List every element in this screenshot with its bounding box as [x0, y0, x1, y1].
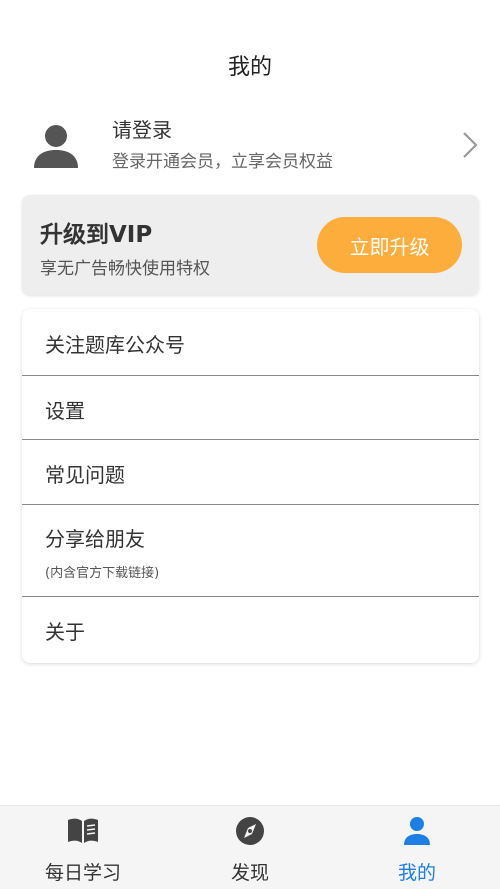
- vip-upgrade-card: 升级到VIP 享无广告畅快使用特权 立即升级: [22, 195, 479, 295]
- login-profile-row[interactable]: 请登录 登录开通会员，立享会员权益: [0, 108, 500, 186]
- menu-item-label: 关注题库公众号: [45, 333, 185, 357]
- tab-daily-study[interactable]: 每日学习: [0, 806, 166, 889]
- vip-subtitle: 享无广告畅快使用特权: [40, 259, 210, 279]
- upgrade-now-button[interactable]: 立即升级: [317, 217, 462, 273]
- menu-item-label: 关于: [45, 620, 85, 644]
- person-icon: [34, 125, 78, 168]
- settings-menu: 关注题库公众号 设置 常见问题 分享给朋友 (内含官方下载链接) 关于: [22, 309, 479, 663]
- tab-label: 我的: [397, 862, 436, 884]
- book-icon: [68, 818, 98, 843]
- person-icon: [404, 817, 430, 845]
- menu-item-about[interactable]: 关于: [22, 597, 479, 663]
- menu-item-sublabel: (内含官方下载链接): [45, 566, 160, 581]
- menu-item-label: 设置: [45, 399, 85, 423]
- login-subtitle: 登录开通会员，立享会员权益: [112, 152, 333, 172]
- menu-item-settings[interactable]: 设置: [22, 376, 479, 440]
- tab-label: 发现: [230, 862, 269, 884]
- menu-item-label: 常见问题: [45, 463, 125, 487]
- tab-discover[interactable]: 发现: [167, 806, 333, 889]
- page-header: 我的: [0, 0, 500, 100]
- menu-item-follow-account[interactable]: 关注题库公众号: [22, 309, 479, 376]
- tab-mine[interactable]: 我的: [334, 806, 500, 889]
- tab-label: 每日学习: [44, 862, 121, 884]
- compass-icon: [236, 817, 264, 845]
- page-title: 我的: [227, 55, 272, 80]
- menu-item-label: 分享给朋友: [45, 527, 145, 551]
- menu-item-faq[interactable]: 常见问题: [22, 440, 479, 505]
- menu-item-share[interactable]: 分享给朋友 (内含官方下载链接): [22, 505, 479, 597]
- bottom-tab-bar: 每日学习 发现 我的: [0, 805, 500, 889]
- login-prompt: 请登录: [112, 118, 172, 142]
- vip-title: 升级到VIP: [40, 222, 153, 248]
- chevron-right-icon: [463, 132, 478, 158]
- profile-texts: 请登录 登录开通会员，立享会员权益: [112, 116, 333, 174]
